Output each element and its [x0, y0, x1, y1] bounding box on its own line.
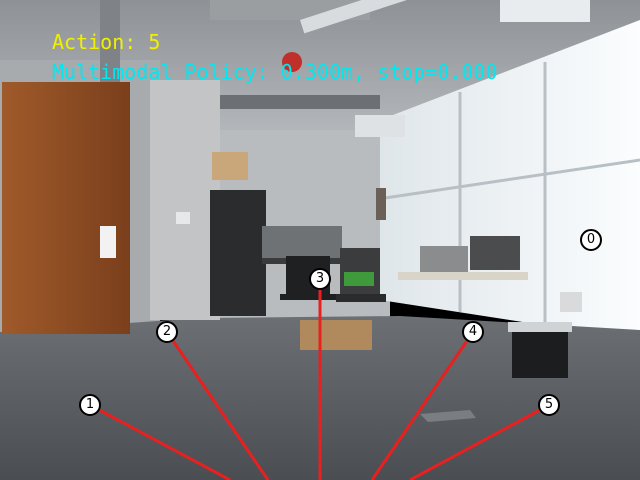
wooden-door [2, 82, 130, 334]
side-table [398, 272, 528, 280]
camera-view: Action: 5 Multimodal Policy: 0.300m, sto… [0, 0, 640, 480]
trajectory-marker-1: 1 [79, 394, 101, 416]
equipment-box [420, 246, 468, 272]
policy-label: Multimodal Policy: 0.300m, stop=0.000 [52, 60, 498, 84]
figurine [376, 188, 386, 220]
printer-device [470, 236, 520, 270]
trajectory-marker-0: 0 [580, 229, 602, 251]
cardboard-box-floor [300, 320, 372, 350]
wall-outlet [176, 212, 190, 224]
cardboard-box-top [212, 152, 248, 180]
trajectory-marker-5: 5 [538, 394, 560, 416]
trajectory-marker-4: 4 [462, 321, 484, 343]
action-label: Action: 5 [52, 30, 161, 54]
trajectory-marker-3: 3 [309, 268, 331, 290]
tall-cabinet [210, 190, 266, 316]
trash-bin [512, 330, 568, 378]
office-chair-right [336, 248, 386, 302]
door-handle-plate [100, 226, 116, 258]
trajectory-marker-2: 2 [156, 321, 178, 343]
trash-bag-rim [508, 322, 572, 332]
fan-device [560, 292, 582, 312]
pillar [150, 80, 220, 320]
